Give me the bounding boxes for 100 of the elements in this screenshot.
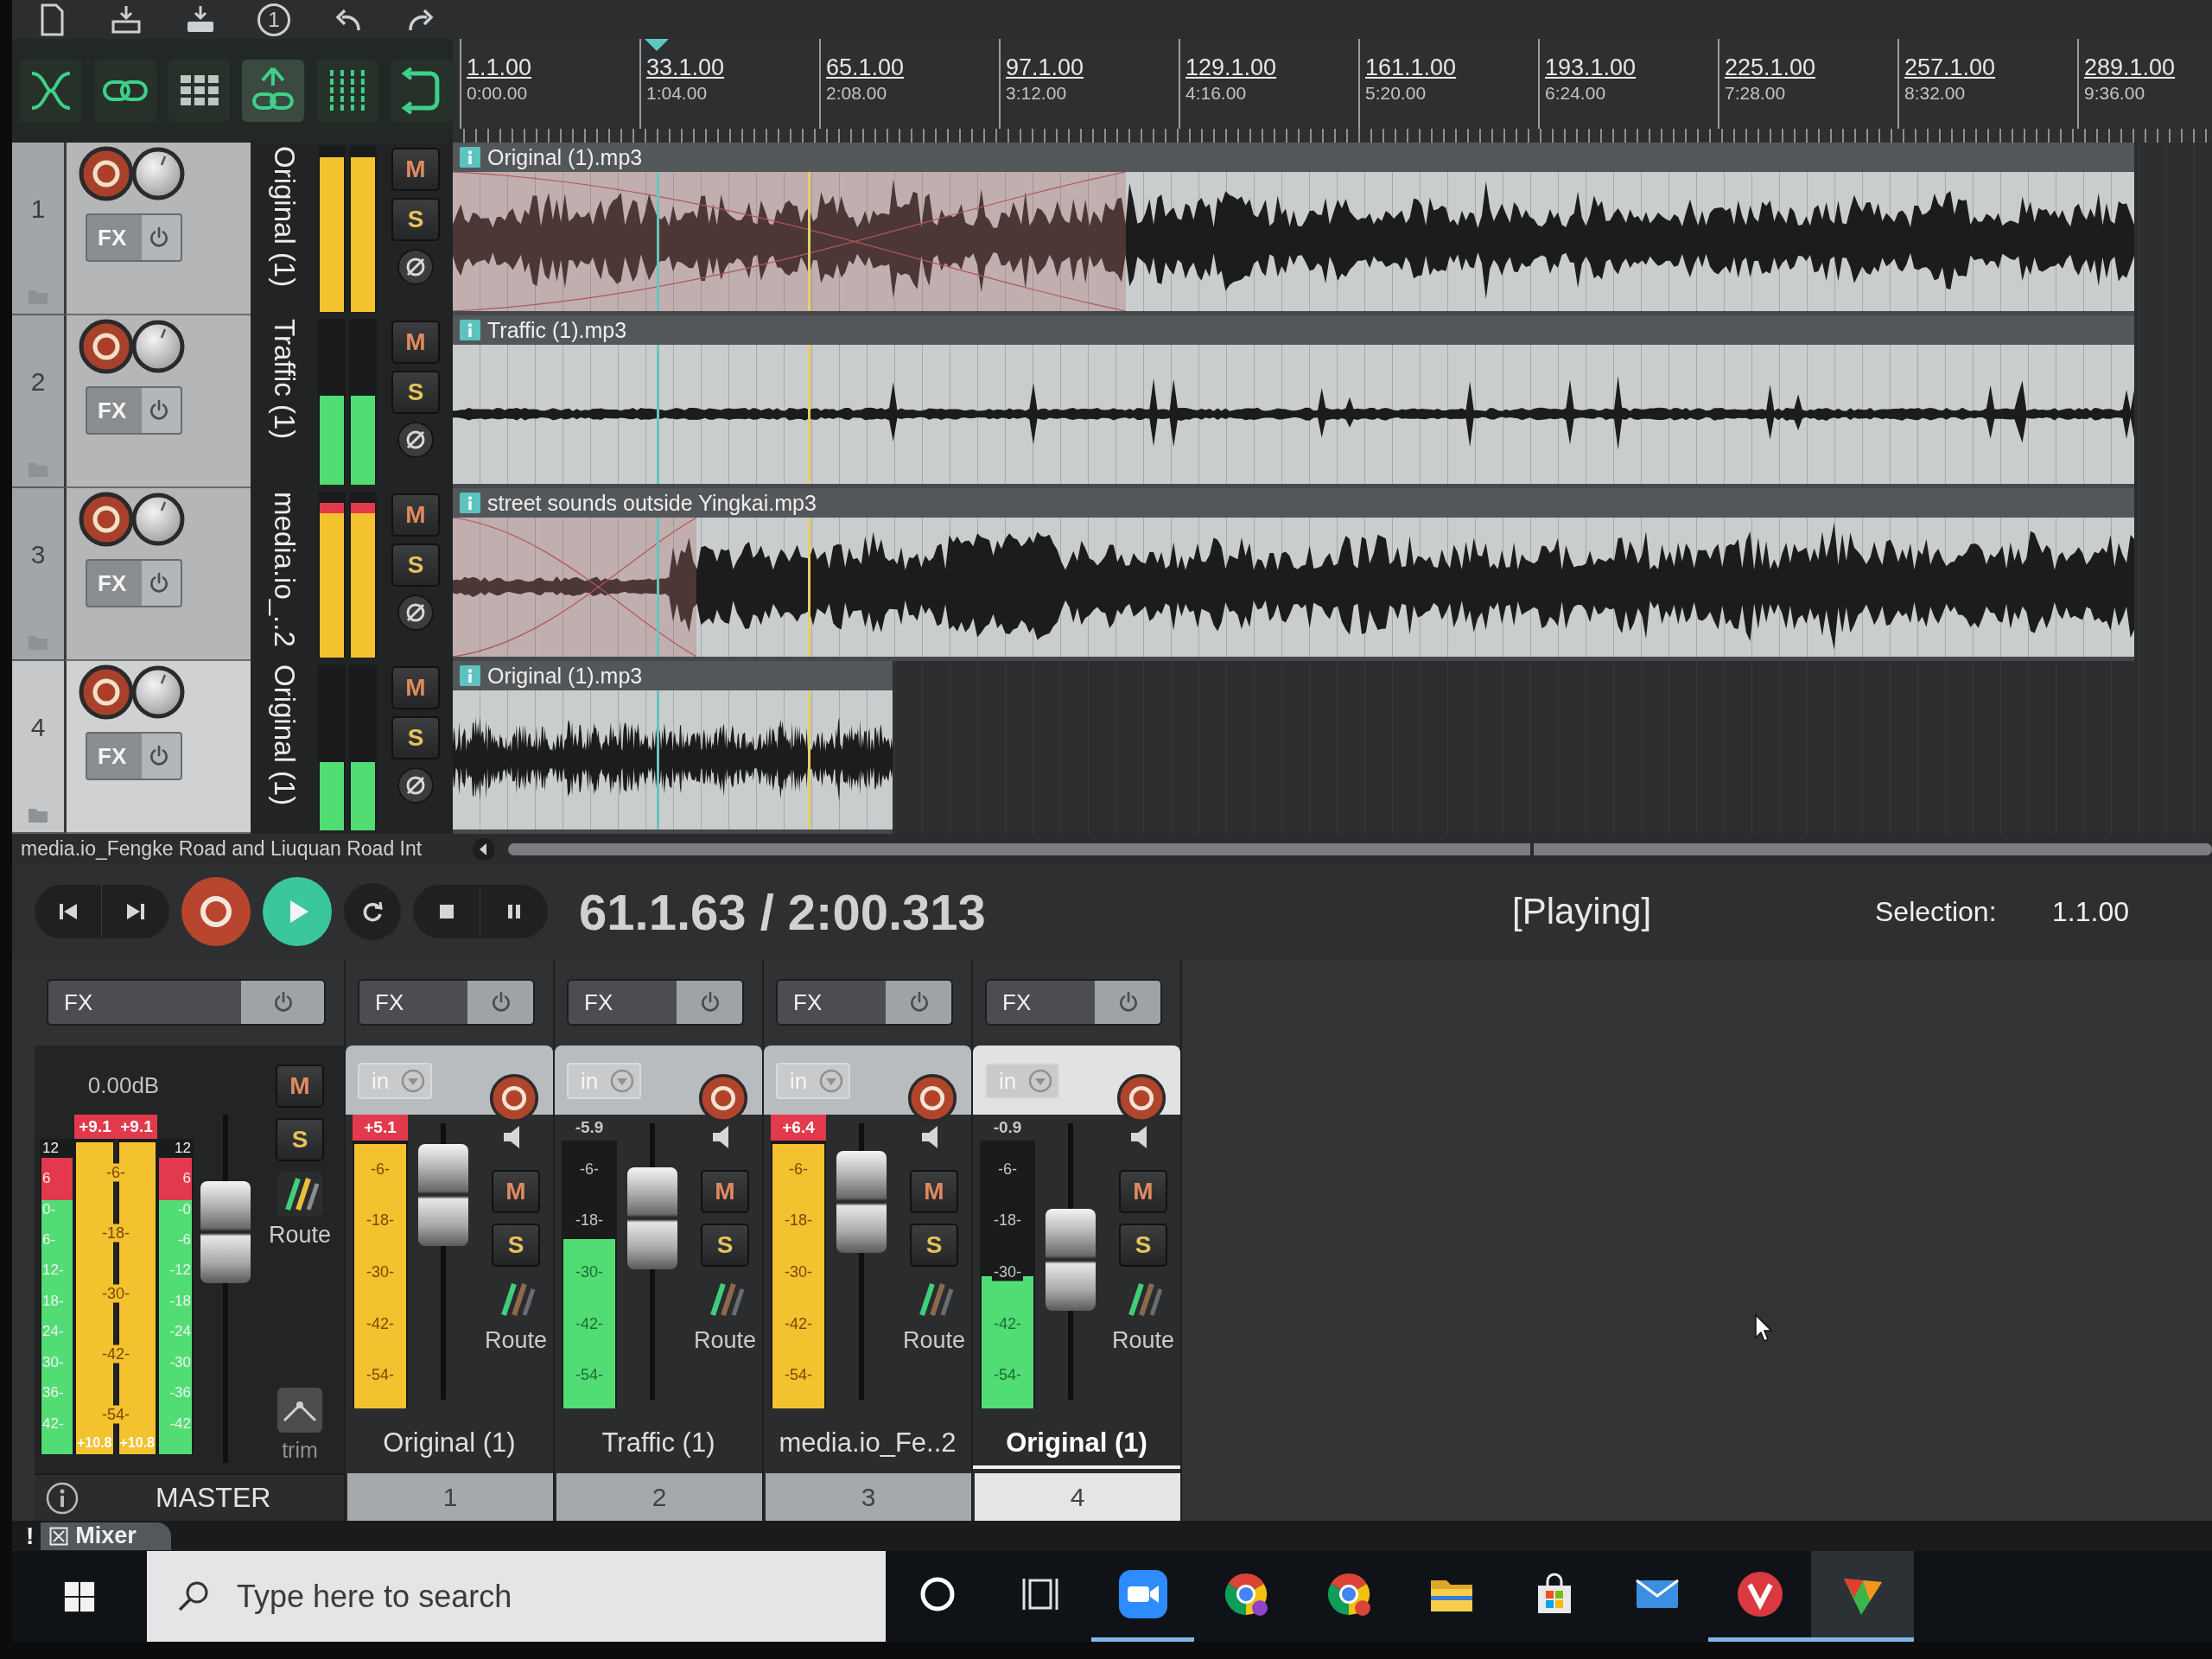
time-position-label: 8:32.00 xyxy=(1904,83,1966,104)
fader-thumb[interactable] xyxy=(836,1151,887,1254)
bar-position-label: 161.1.00 xyxy=(1365,54,1457,81)
volume-knob[interactable] xyxy=(130,492,186,547)
mute-button[interactable]: M xyxy=(910,1170,958,1213)
fx-button[interactable]: FX xyxy=(358,979,535,1026)
vertical-lines-icon[interactable] xyxy=(316,60,379,122)
channel-number[interactable]: 4 xyxy=(973,1473,1180,1521)
media-item[interactable]: Original (1).mp3 xyxy=(453,661,893,830)
fade-region[interactable] xyxy=(453,518,697,657)
track-number: 4 xyxy=(30,713,46,742)
crossed-curves-icon[interactable] xyxy=(20,60,82,122)
power-icon xyxy=(908,991,931,1014)
solo-button[interactable]: S xyxy=(910,1224,958,1267)
scroll-left-icon[interactable] xyxy=(472,836,496,861)
solo-button[interactable]: S xyxy=(492,1224,540,1267)
channel-name: media.io_Fe..2 xyxy=(778,1426,957,1459)
trim-button[interactable]: trim xyxy=(277,1388,322,1463)
bar-position-label: 65.1.00 xyxy=(826,54,905,81)
numbered-toolbar-button[interactable]: 1 xyxy=(257,3,290,36)
fx-button[interactable]: FX xyxy=(567,979,744,1026)
track-name: Original (1) xyxy=(268,146,301,288)
v-mark-icon xyxy=(1735,1570,1784,1618)
record-arm-button[interactable] xyxy=(79,146,134,201)
diagonal-stripes-icon xyxy=(277,1172,322,1217)
record-arm-button[interactable] xyxy=(79,664,134,720)
mute-button[interactable]: M xyxy=(701,1170,749,1213)
audio-track[interactable]: Original (1).mp3 xyxy=(453,661,2212,834)
skip-back-button[interactable] xyxy=(35,885,102,938)
solo-button[interactable]: S xyxy=(1119,1224,1167,1267)
phase-invert-button[interactable] xyxy=(397,421,435,459)
route-button[interactable]: Route xyxy=(268,1172,332,1249)
track-number-column[interactable]: 4 xyxy=(12,661,64,834)
track-number-column[interactable]: 1 xyxy=(12,143,64,315)
mute-button[interactable]: M xyxy=(1119,1170,1167,1213)
channel-number[interactable]: 1 xyxy=(346,1473,553,1521)
fader-thumb[interactable] xyxy=(627,1166,677,1269)
close-box-icon[interactable] xyxy=(49,1526,69,1546)
route-button[interactable]: Route xyxy=(1111,1277,1175,1354)
time-position-label: 1:04.00 xyxy=(646,83,708,104)
bracket-icon[interactable] xyxy=(391,60,453,122)
track-number: 3 xyxy=(30,540,46,569)
solo-button[interactable]: S xyxy=(391,543,440,587)
bar-position-label: 97.1.00 xyxy=(1006,54,1084,81)
chain-link-icon[interactable] xyxy=(93,60,156,122)
volume-knob[interactable] xyxy=(130,146,186,201)
track-number: 2 xyxy=(30,367,46,397)
bar-position-label: 257.1.00 xyxy=(1904,54,1996,81)
solo-button[interactable]: S xyxy=(391,716,440,760)
mute-button[interactable]: M xyxy=(391,666,440,709)
channel-number[interactable]: 3 xyxy=(764,1473,971,1521)
track-number-column[interactable]: 3 xyxy=(12,488,64,661)
solo-button[interactable]: S xyxy=(701,1224,749,1267)
search-field[interactable]: Type here to search xyxy=(147,1551,886,1642)
mouse-pointer-icon xyxy=(1754,1313,1775,1344)
fade-region[interactable] xyxy=(453,172,1126,311)
fader-thumb[interactable] xyxy=(418,1144,468,1247)
horizontal-scrollbar[interactable] xyxy=(508,842,2212,855)
phase-invert-button[interactable] xyxy=(397,594,435,632)
stop-button[interactable] xyxy=(413,885,480,938)
mixer-tab[interactable]: Mixer xyxy=(41,1522,171,1550)
fx-button[interactable]: FX xyxy=(985,979,1162,1026)
power-icon xyxy=(1117,991,1140,1014)
pause-button[interactable] xyxy=(480,885,548,938)
four-panes-icon xyxy=(63,1580,96,1613)
fx-button[interactable]: FX xyxy=(47,979,326,1026)
track-number-column[interactable]: 2 xyxy=(12,315,64,488)
channel-number[interactable]: 2 xyxy=(555,1473,762,1521)
volume-knob[interactable] xyxy=(130,319,186,374)
grid-icon[interactable] xyxy=(168,60,231,122)
item-name: Traffic (1).mp3 xyxy=(487,317,627,343)
phase-invert-button[interactable] xyxy=(397,766,435,804)
info-icon[interactable] xyxy=(45,1480,79,1516)
item-name: street sounds outside Yingkai.mp3 xyxy=(487,490,817,516)
taskbar-app-button[interactable] xyxy=(1811,1551,1914,1642)
fader-thumb[interactable] xyxy=(1046,1208,1096,1311)
mute-button[interactable]: M xyxy=(492,1170,540,1213)
skip-forward-button[interactable] xyxy=(102,885,169,938)
scale-label: 6- xyxy=(42,1230,56,1249)
solo-button[interactable]: S xyxy=(276,1118,324,1161)
mute-button[interactable]: M xyxy=(391,493,440,537)
route-button[interactable]: Route xyxy=(693,1277,757,1354)
mute-button[interactable]: M xyxy=(391,321,440,364)
phase-invert-button[interactable] xyxy=(397,248,435,286)
power-icon xyxy=(490,991,512,1014)
scale-label: 0- xyxy=(42,1200,56,1218)
solo-button[interactable]: S xyxy=(391,198,440,241)
route-button[interactable]: Route xyxy=(902,1277,966,1354)
route-button[interactable]: Route xyxy=(484,1277,548,1354)
scale-label: -0 xyxy=(177,1200,191,1218)
volume-knob[interactable] xyxy=(130,664,186,720)
mute-button[interactable]: M xyxy=(276,1065,324,1108)
record-arm-button[interactable] xyxy=(79,319,134,374)
solo-button[interactable]: S xyxy=(391,371,440,414)
fader-thumb[interactable] xyxy=(200,1180,251,1283)
branch-chain-icon[interactable] xyxy=(242,60,305,122)
mute-button[interactable]: M xyxy=(391,148,440,191)
scale-label: 30- xyxy=(42,1353,64,1371)
fx-button[interactable]: FX xyxy=(776,979,953,1026)
record-arm-button[interactable] xyxy=(79,492,134,547)
